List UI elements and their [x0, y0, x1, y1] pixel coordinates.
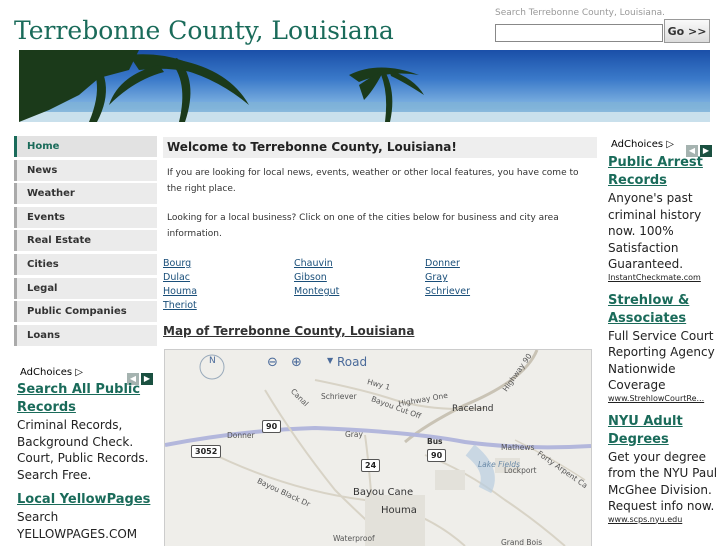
city-link-gibson[interactable]: Gibson — [294, 272, 327, 283]
nav-item-home[interactable]: Home — [14, 136, 157, 157]
map-label: Waterproof — [333, 534, 375, 543]
ad-title[interactable]: Strehlow & Associates — [608, 292, 720, 328]
city-link-dulac[interactable]: Dulac — [163, 272, 190, 283]
city-link-donner[interactable]: Donner — [425, 258, 460, 269]
nav-item-weather[interactable]: Weather — [14, 183, 157, 205]
ad-block: Search All Public Records Criminal Recor… — [17, 381, 157, 483]
ad-body: Full Service Court Reporting Agency Nati… — [608, 328, 715, 393]
ad-title[interactable]: Search All Public Records — [17, 381, 157, 417]
ad-title[interactable]: NYU Adult Degrees — [608, 413, 720, 449]
site-title: Terrebonne County, Louisiana — [14, 16, 394, 45]
route-shield: 90 — [427, 449, 447, 462]
ad-title[interactable]: Public Arrest Records — [608, 154, 720, 190]
search-input[interactable] — [495, 24, 663, 42]
ad-body: Search YELLOWPAGES.COM — [17, 510, 138, 541]
search-label: Search Terrebonne County, Louisiana. — [495, 8, 666, 18]
map-label: Raceland — [452, 404, 494, 414]
adchoices-icon: ▷ — [75, 367, 83, 378]
county-map[interactable]: N ⊖ ⊕ ▼ Road Schriever Highway One Bayou… — [164, 349, 592, 546]
nav-item-legal[interactable]: Legal — [14, 277, 157, 299]
ad-body: Criminal Records, Background Check. Cour… — [17, 418, 149, 482]
map-label: Donner — [227, 431, 255, 440]
city-link-montegut[interactable]: Montegut — [294, 286, 339, 297]
ad-body: Anyone's past criminal history now. 100%… — [608, 191, 702, 271]
ad-url[interactable]: www.StrehlowCourtRe... — [608, 394, 720, 403]
ad-url[interactable]: InstantCheckmate.com — [608, 273, 720, 282]
map-label: Houma — [381, 505, 417, 516]
ad-body: Get your degree from the NYU Paul McGhee… — [608, 449, 718, 514]
city-link-bourg[interactable]: Bourg — [163, 258, 191, 269]
go-button[interactable]: Go >> — [664, 19, 710, 43]
nav-item-real-estate[interactable]: Real Estate — [14, 230, 157, 252]
intro-paragraph: Looking for a local business? Click on o… — [167, 213, 559, 239]
map-type-road[interactable]: Road — [337, 355, 367, 369]
map-label: Mathews — [501, 443, 535, 452]
left-nav: Home News Weather Events Real Estate Cit… — [14, 136, 157, 348]
adchoices-label[interactable]: AdChoices ▷ — [611, 139, 674, 150]
city-link-chauvin[interactable]: Chauvin — [294, 258, 333, 269]
map-label: Lockport — [504, 466, 537, 475]
route-shield: 90 — [262, 420, 282, 433]
map-label: Bus — [427, 437, 443, 446]
left-ads: Search All Public Records Criminal Recor… — [17, 381, 157, 542]
right-ads: Public Arrest Records Anyone's past crim… — [608, 154, 720, 524]
ad-block: Strehlow & Associates Full Service Court… — [608, 292, 720, 403]
adchoices-icon: ▷ — [666, 139, 674, 150]
banner-image — [19, 50, 710, 122]
city-link-gray[interactable]: Gray — [425, 272, 448, 283]
ad-block: Public Arrest Records Anyone's past crim… — [608, 154, 720, 282]
nav-item-public-companies[interactable]: Public Companies — [14, 301, 157, 323]
nav-item-events[interactable]: Events — [14, 206, 157, 228]
adchoices-label[interactable]: AdChoices ▷ — [20, 367, 83, 378]
zoom-in-icon[interactable]: ⊕ — [291, 355, 302, 370]
intro-text: If you are looking for local news, event… — [167, 166, 587, 256]
ad-block: NYU Adult Degrees Get your degree from t… — [608, 413, 720, 524]
city-link-schriever[interactable]: Schriever — [425, 286, 470, 297]
nav-item-loans[interactable]: Loans — [14, 324, 157, 346]
map-label: Schriever — [321, 392, 357, 401]
route-shield: 24 — [361, 459, 381, 472]
nav-item-cities[interactable]: Cities — [14, 253, 157, 275]
ad-title[interactable]: Local YellowPages — [17, 491, 157, 509]
intro-paragraph: If you are looking for local news, event… — [167, 168, 579, 194]
zoom-out-icon[interactable]: ⊖ — [267, 355, 278, 370]
map-label: Bayou Cane — [353, 487, 414, 498]
city-link-theriot[interactable]: Theriot — [163, 300, 197, 311]
route-shield: 3052 — [191, 445, 222, 458]
compass-north: N — [209, 356, 216, 366]
map-label: Gray — [345, 430, 363, 439]
welcome-heading: Welcome to Terrebonne County, Louisiana! — [163, 137, 597, 158]
dropdown-arrow-icon[interactable]: ▼ — [327, 356, 333, 365]
nav-item-news[interactable]: News — [14, 159, 157, 181]
city-link-houma[interactable]: Houma — [163, 286, 197, 297]
map-title: Map of Terrebonne County, Louisiana — [163, 324, 415, 338]
ad-block: Local YellowPages Search YELLOWPAGES.COM — [17, 491, 157, 542]
ad-url[interactable]: www.scps.nyu.edu — [608, 515, 720, 524]
